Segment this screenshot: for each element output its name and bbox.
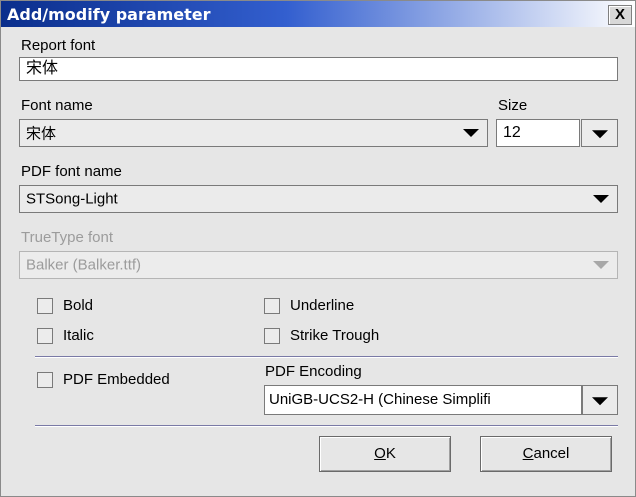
underline-checkbox[interactable] xyxy=(264,298,280,314)
ok-label-rest: K xyxy=(385,445,396,462)
add-modify-parameter-dialog: Add/modify parameter X Report font 宋体 Fo… xyxy=(0,0,636,497)
font-name-label: Font name xyxy=(21,97,93,114)
separator xyxy=(35,425,618,427)
truetype-font-label: TrueType font xyxy=(21,229,113,246)
chevron-down-icon xyxy=(593,261,609,269)
report-font-label: Report font xyxy=(21,37,96,54)
size-dropdown-button[interactable] xyxy=(581,119,618,147)
chevron-down-icon xyxy=(593,195,609,203)
size-value: 12 xyxy=(503,124,521,141)
cancel-label-rest: ancel xyxy=(533,445,570,462)
italic-checkbox[interactable] xyxy=(37,328,53,344)
chevron-down-icon xyxy=(592,397,608,406)
strike-trough-label: Strike Trough xyxy=(290,327,380,344)
bold-checkbox[interactable] xyxy=(37,298,53,314)
bold-label: Bold xyxy=(63,297,94,314)
close-button[interactable]: X xyxy=(608,5,632,25)
pdf-embedded-checkbox[interactable] xyxy=(37,372,53,388)
italic-label: Italic xyxy=(63,327,94,344)
close-icon: X xyxy=(614,6,625,23)
chevron-down-icon xyxy=(591,130,608,139)
pdf-font-name-label: PDF font name xyxy=(21,163,122,180)
size-select[interactable]: 12 xyxy=(496,119,580,147)
report-font-input[interactable]: 宋体 xyxy=(19,57,618,81)
ok-button[interactable]: OK xyxy=(319,436,451,472)
underline-label: Underline xyxy=(290,297,355,314)
separator xyxy=(35,356,618,358)
chevron-down-icon xyxy=(463,129,479,137)
pdf-font-name-value: STSong-Light xyxy=(26,190,118,208)
font-name-select[interactable]: 宋体 xyxy=(19,119,488,147)
pdf-font-name-select[interactable]: STSong-Light xyxy=(19,185,618,213)
pdf-encoding-label: PDF Encoding xyxy=(265,363,362,380)
size-label: Size xyxy=(498,97,528,114)
ok-mnemonic: O xyxy=(374,445,386,462)
pdf-encoding-select[interactable]: UniGB-UCS2-H (Chinese Simplifi xyxy=(264,385,582,415)
strike-trough-checkbox[interactable] xyxy=(264,328,280,344)
dialog-title: Add/modify parameter xyxy=(7,5,211,24)
truetype-font-select: Balker (Balker.ttf) xyxy=(19,251,618,279)
title-bar[interactable]: Add/modify parameter X xyxy=(1,1,635,27)
truetype-font-value: Balker (Balker.ttf) xyxy=(26,256,142,274)
cancel-mnemonic: C xyxy=(522,445,534,462)
pdf-encoding-dropdown-button[interactable] xyxy=(582,385,618,415)
cancel-button[interactable]: Cancel xyxy=(480,436,612,472)
pdf-embedded-label: PDF Embedded xyxy=(63,371,170,388)
font-name-value: 宋体 xyxy=(26,125,57,143)
